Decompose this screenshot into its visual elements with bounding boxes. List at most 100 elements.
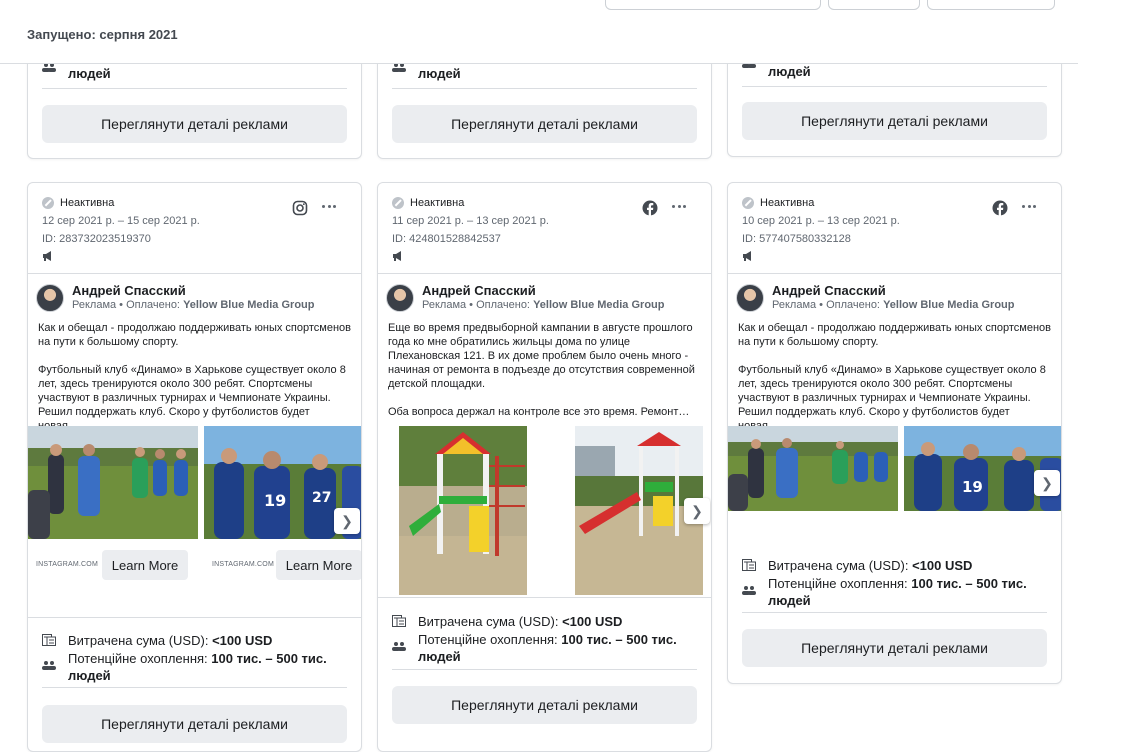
launched-heading: Запущено: серпня 2021	[27, 27, 178, 42]
divider	[392, 88, 697, 89]
filter-button[interactable]	[828, 0, 920, 10]
sponsored-prefix: Реклама • Оплачено:	[72, 299, 180, 311]
status-label: Неактивна	[60, 197, 115, 209]
reach-row: Потенційне охоплення: 100 тис. – 500 тис…	[418, 631, 697, 665]
people-icon	[742, 586, 756, 595]
learn-more-button[interactable]: Learn More	[102, 550, 188, 580]
receipt-icon	[392, 615, 406, 627]
author-name: Андрей Спасский	[72, 283, 186, 298]
carousel-image-1[interactable]	[399, 426, 527, 595]
divider	[42, 687, 347, 688]
status-label: Неактивна	[760, 197, 815, 209]
status-label: Неактивна	[410, 197, 465, 209]
reach-tail: людей	[768, 64, 811, 79]
avatar	[386, 284, 414, 312]
sponsor-name: Yellow Blue Media Group	[183, 299, 315, 311]
ad-card-2: Неактивна 11 сер 2021 р. – 13 сер 2021 р…	[377, 182, 712, 752]
svg-text:19: 19	[264, 491, 286, 510]
ad-id: ID: 283732023519370	[42, 233, 151, 245]
sponsor-name: Yellow Blue Media Group	[533, 299, 665, 311]
ad-text-paragraph-2: Оба вопроса держал на контроле все это в…	[388, 406, 690, 418]
header-bar: Запущено: серпня 2021	[0, 0, 1138, 63]
facebook-icon[interactable]	[992, 200, 1008, 216]
people-icon	[392, 642, 406, 651]
ad-text-paragraph-1: Еще во время предвыборной кампании в авг…	[388, 322, 695, 390]
receipt-icon	[42, 634, 56, 646]
sort-button[interactable]	[927, 0, 1055, 10]
carousel-next-button[interactable]: ❯	[1034, 470, 1060, 496]
carousel-image-1[interactable]	[28, 426, 198, 539]
view-ad-details-button[interactable]: Переглянути деталі реклами	[42, 705, 347, 743]
sponsored-prefix: Реклама • Оплачено:	[422, 299, 530, 311]
sponsored-line: Реклама • Оплачено: Yellow Blue Media Gr…	[422, 299, 664, 311]
spend-value: <100 USD	[212, 633, 273, 648]
view-ad-details-button[interactable]: Переглянути деталі реклами	[392, 686, 697, 724]
search-input[interactable]	[605, 0, 821, 10]
more-options-icon[interactable]	[672, 205, 686, 209]
divider	[392, 669, 697, 670]
carousel-image-2[interactable]: 19	[904, 426, 1061, 511]
receipt-icon	[742, 559, 756, 571]
reach-row: Потенційне охоплення: 100 тис. – 500 тис…	[768, 575, 1047, 609]
view-ad-details-button[interactable]: Переглянути деталі реклами	[742, 102, 1047, 140]
more-options-icon[interactable]	[1022, 205, 1036, 209]
avatar	[736, 284, 764, 312]
reach-label: Потенційне охоплення:	[418, 632, 558, 647]
ad-card-1: Неактивна 12 сер 2021 р. – 15 сер 2021 р…	[27, 182, 362, 752]
ad-text-paragraph-2: Футбольный клуб «Динамо» в Харькове суще…	[38, 364, 346, 432]
spend-value: <100 USD	[562, 614, 623, 629]
people-icon	[42, 661, 56, 670]
sponsor-name: Yellow Blue Media Group	[883, 299, 1015, 311]
megaphone-icon	[393, 251, 401, 261]
more-options-icon[interactable]	[322, 205, 336, 209]
instagram-icon[interactable]	[292, 200, 308, 216]
spend-row: Витрачена сума (USD): <100 USD	[768, 558, 972, 573]
svg-text:19: 19	[962, 478, 983, 496]
ad-text-paragraph-1: Как и обещал - продолжаю поддерживать юн…	[738, 322, 1052, 348]
author-name: Андрей Спасский	[422, 283, 536, 298]
inactive-icon	[392, 197, 404, 209]
card-divider	[378, 273, 711, 274]
status-row: Неактивна	[742, 197, 814, 209]
divider	[742, 86, 1047, 87]
reach-row: Потенційне охоплення: 100 тис. – 500 тис…	[68, 650, 347, 684]
author-name: Андрей Спасский	[772, 283, 886, 298]
ad-dates: 12 сер 2021 р. – 15 сер 2021 р.	[42, 215, 200, 227]
spend-row: Витрачена сума (USD): <100 USD	[68, 633, 272, 648]
reach-tail: людей	[68, 66, 111, 81]
status-row: Неактивна	[392, 197, 464, 209]
divider	[742, 612, 1047, 613]
inactive-icon	[742, 197, 754, 209]
view-ad-details-button[interactable]: Переглянути деталі реклами	[42, 105, 347, 143]
facebook-icon[interactable]	[642, 200, 658, 216]
svg-text:27: 27	[312, 490, 331, 506]
carousel-image-1[interactable]	[728, 426, 898, 511]
card-divider	[28, 273, 361, 274]
reach-label: Потенційне охоплення:	[768, 576, 908, 591]
carousel-next-button[interactable]: ❯	[334, 508, 360, 534]
view-ad-details-button[interactable]: Переглянути деталі реклами	[392, 105, 697, 143]
ad-id: ID: 577407580332128	[742, 233, 851, 245]
spend-value: <100 USD	[912, 558, 973, 573]
ad-text-paragraph-2: Футбольный клуб «Динамо» в Харькове суще…	[738, 364, 1046, 432]
carousel-next-button[interactable]: ❯	[684, 498, 710, 524]
spend-label: Витрачена сума (USD):	[68, 633, 209, 648]
megaphone-icon	[743, 251, 751, 261]
sponsored-line: Реклама • Оплачено: Yellow Blue Media Gr…	[72, 299, 314, 311]
card-divider	[28, 617, 361, 618]
ad-text-paragraph-1: Как и обещал - продолжаю поддерживать юн…	[38, 322, 352, 348]
reach-tail: людей	[418, 66, 461, 81]
view-ad-details-button[interactable]: Переглянути деталі реклами	[742, 629, 1047, 667]
ad-dates: 10 сер 2021 р. – 13 сер 2021 р.	[742, 215, 900, 227]
reach-label: Потенційне охоплення:	[68, 651, 208, 666]
learn-more-button[interactable]: Learn More	[276, 550, 361, 580]
sponsored-prefix: Реклама • Оплачено:	[772, 299, 880, 311]
header-divider	[0, 63, 1078, 64]
sponsored-line: Реклама • Оплачено: Yellow Blue Media Gr…	[772, 299, 1014, 311]
megaphone-icon	[43, 251, 51, 261]
spend-label: Витрачена сума (USD):	[418, 614, 559, 629]
cta-domain: INSTAGRAM.COM	[36, 561, 98, 568]
card-divider	[728, 273, 1061, 274]
ad-card-3: Неактивна 10 сер 2021 р. – 13 сер 2021 р…	[727, 182, 1062, 684]
ad-id: ID: 424801528842537	[392, 233, 501, 245]
